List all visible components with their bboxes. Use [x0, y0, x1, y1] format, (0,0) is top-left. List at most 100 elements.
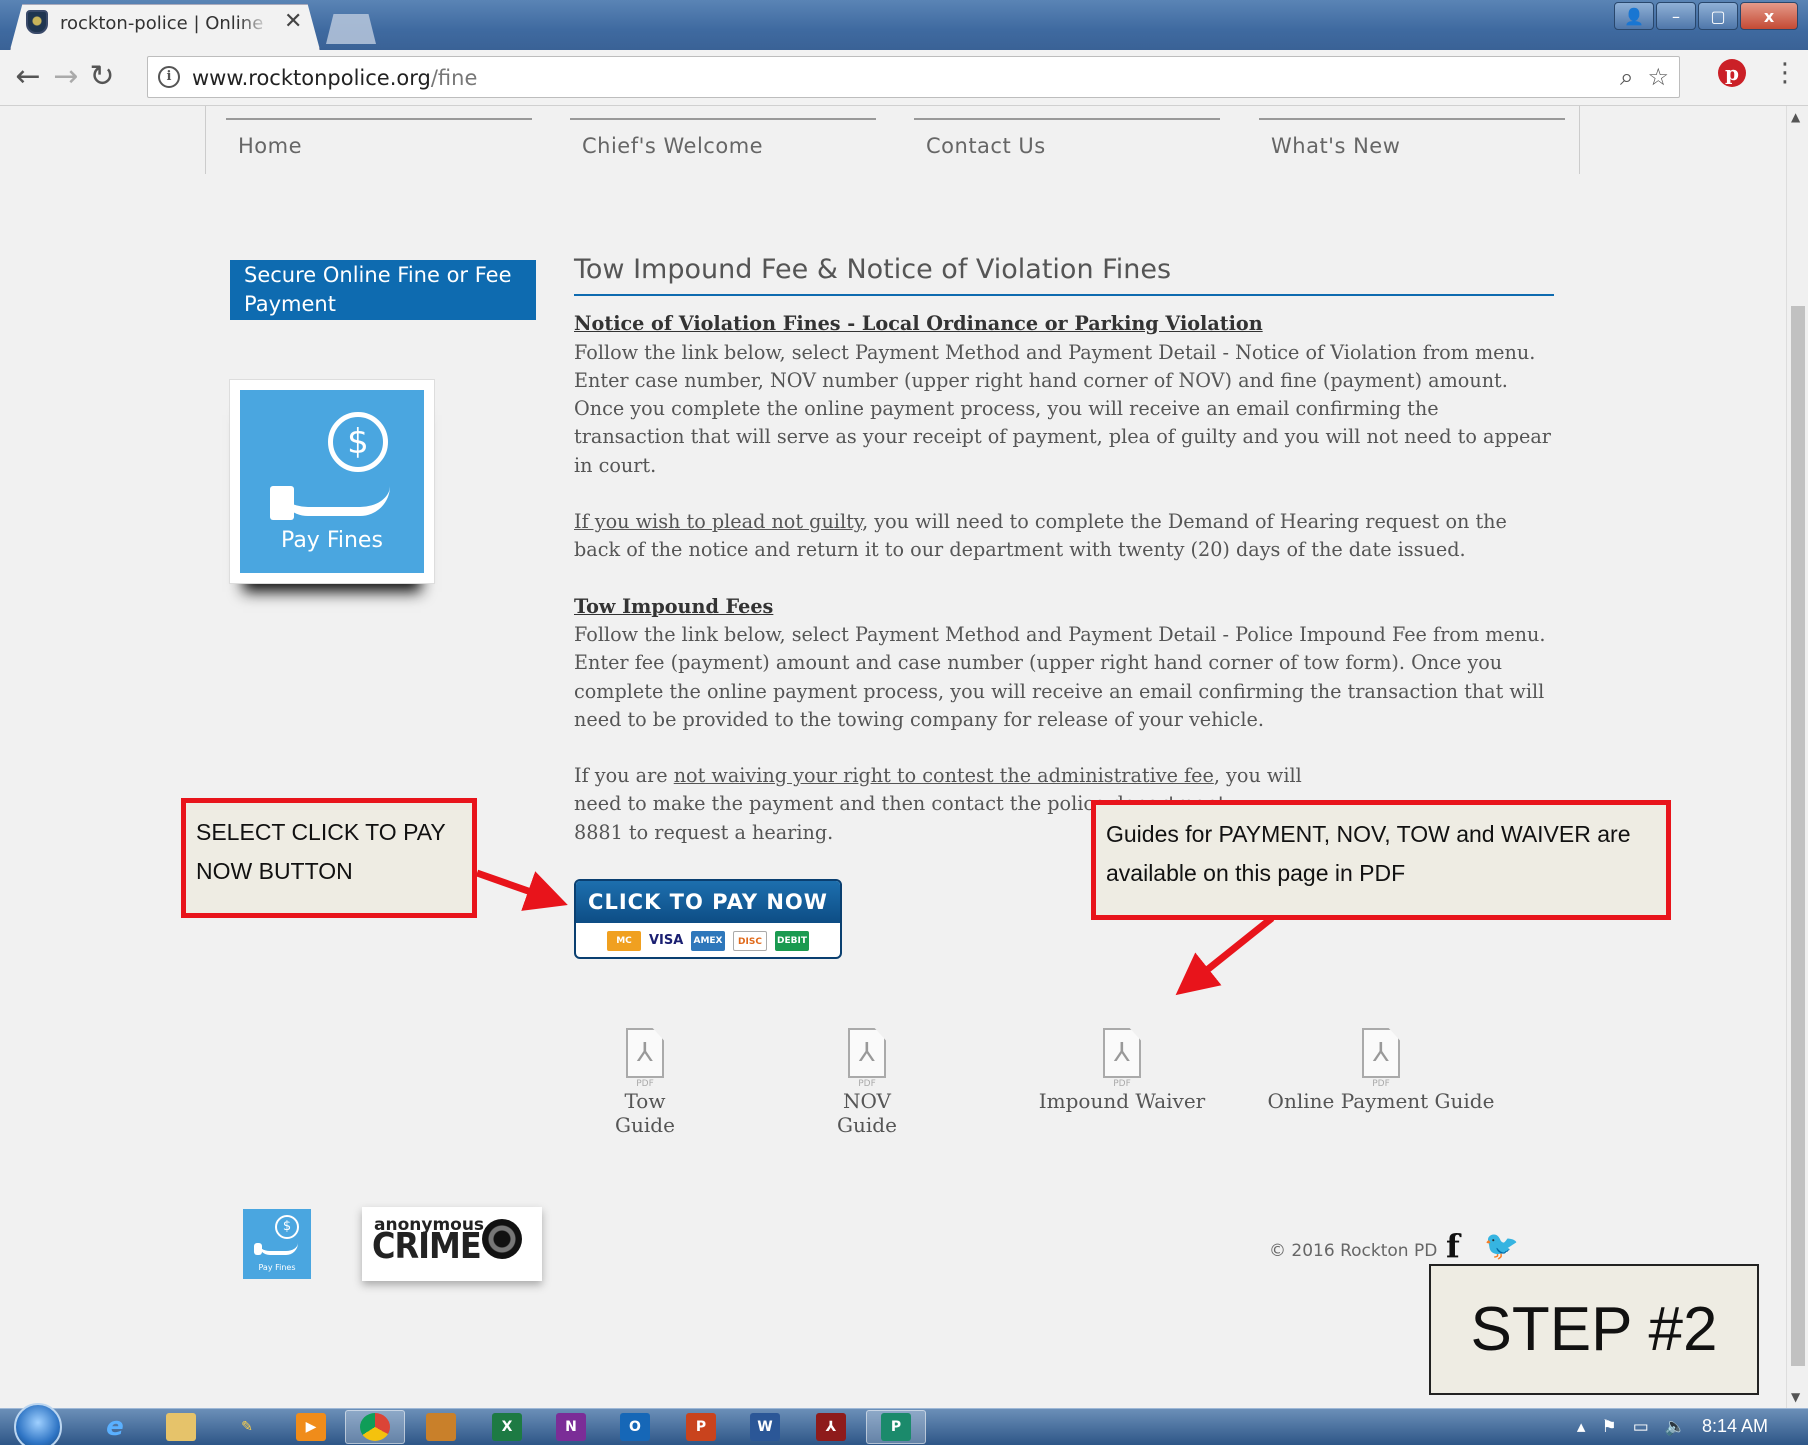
ie-icon[interactable]: e: [100, 1413, 130, 1441]
onenote-icon[interactable]: N: [556, 1413, 586, 1441]
not-guilty-section: If you wish to plead not guilty, you wil…: [574, 508, 1554, 565]
info-icon[interactable]: i: [158, 66, 180, 88]
cuff-icon: [254, 1243, 262, 1255]
system-tray: ▴ ⚑ ▭ 🔈 8:14 AM: [1577, 1416, 1768, 1437]
excel-icon[interactable]: X: [492, 1413, 522, 1441]
browser-titlebar: rockton-police | Online Fine ✕ 👤 – ▢ x: [0, 0, 1808, 50]
pdf-icon: [1362, 1028, 1400, 1078]
powerpoint-icon[interactable]: P: [686, 1413, 716, 1441]
footer-pay-fines-logo[interactable]: $ Pay Fines: [243, 1209, 311, 1279]
tow-guide-label: Tow Guide: [615, 1089, 675, 1137]
impound-waiver-label: Impound Waiver: [1038, 1089, 1206, 1113]
media-player-icon[interactable]: ▶: [296, 1413, 326, 1441]
new-tab-button[interactable]: [326, 14, 376, 44]
zoom-icon[interactable]: ⌕: [1620, 63, 1633, 91]
click-to-pay-now-button[interactable]: CLICK TO PAY NOW MC VISA AMEX DISC DEBIT: [574, 879, 842, 959]
outlook-icon[interactable]: O: [620, 1413, 650, 1441]
nov-text: Follow the link below, select Payment Me…: [574, 340, 1551, 477]
close-window-button[interactable]: x: [1740, 2, 1798, 30]
explorer-icon[interactable]: [166, 1413, 196, 1441]
window-controls: 👤 – ▢ x: [1614, 2, 1798, 30]
clock[interactable]: 8:14 AM: [1702, 1416, 1768, 1437]
pdf-tag: PDF: [858, 1079, 876, 1089]
kebab-menu-icon[interactable]: ⋮: [1772, 58, 1798, 88]
footer-pay-fines-label: Pay Fines: [258, 1263, 296, 1272]
not-guilty-link[interactable]: If you wish to plead not guilty: [574, 510, 862, 533]
twitter-icon[interactable]: 🐦: [1484, 1229, 1519, 1262]
tow-text: Follow the link below, select Payment Me…: [574, 622, 1546, 731]
contest-tail: 8881 to request a hearing.: [574, 820, 834, 844]
network-icon[interactable]: ▭: [1633, 1417, 1649, 1437]
police-badge-icon: [26, 10, 48, 34]
volume-icon[interactable]: 🔈: [1665, 1417, 1686, 1437]
tab-close-icon[interactable]: ✕: [284, 9, 302, 34]
secure-payment-banner[interactable]: Secure Online Fine or Fee Payment: [230, 260, 536, 320]
minimize-button[interactable]: –: [1656, 2, 1696, 30]
arrow-to-guides: [1175, 915, 1275, 996]
paint-icon[interactable]: ✎: [232, 1413, 262, 1441]
address-bar[interactable]: i www.rocktonpolice.org/fine ⌕ ☆: [147, 56, 1680, 98]
dollar-coin-icon: $: [328, 412, 388, 472]
pinterest-icon[interactable]: p: [1718, 59, 1746, 87]
tow-guide-link[interactable]: PDF Tow Guide: [595, 1028, 695, 1137]
bookmark-star-icon[interactable]: ☆: [1647, 63, 1669, 91]
scroll-down-arrow-icon[interactable]: ▼: [1791, 1390, 1800, 1404]
discover-icon: DISC: [733, 931, 767, 951]
pay-now-label: CLICK TO PAY NOW: [576, 881, 840, 923]
callout-guides: Guides for PAYMENT, NOV, TOW and WAIVER …: [1091, 800, 1671, 920]
outlook-calendar-icon[interactable]: [426, 1413, 456, 1441]
scroll-up-arrow-icon[interactable]: ▲: [1791, 110, 1800, 124]
online-payment-guide-label: Online Payment Guide: [1267, 1089, 1495, 1113]
nav-chiefs-welcome[interactable]: Chief's Welcome: [570, 118, 876, 158]
url-text[interactable]: www.rocktonpolice.org/fine: [192, 66, 477, 90]
scrollbar-thumb[interactable]: [1791, 306, 1805, 1366]
cuff-icon: [270, 486, 294, 520]
dollar-coin-icon: $: [275, 1215, 299, 1239]
tray-expand-icon[interactable]: ▴: [1577, 1417, 1586, 1437]
pdf-icon: [848, 1028, 886, 1078]
pdf-icon: [626, 1028, 664, 1078]
impound-waiver-link[interactable]: PDF Impound Waiver: [1034, 1028, 1210, 1113]
page-title: Tow Impound Fee & Notice of Violation Fi…: [574, 255, 1554, 297]
maximize-button[interactable]: ▢: [1698, 2, 1738, 30]
open-hand-icon: [278, 486, 390, 516]
contest-link[interactable]: not waiving your right to contest the ad…: [674, 764, 1214, 787]
publisher-icon[interactable]: P: [881, 1413, 911, 1441]
windows-taskbar: e ✎ ▶ X N O P W ⅄ P ▴ ⚑ ▭ 🔈 8:14 AM: [0, 1403, 1808, 1445]
crime-logo-big-text: CRIME: [372, 1225, 482, 1267]
nov-guide-link[interactable]: PDF NOV Guide: [812, 1028, 922, 1137]
forward-arrow-icon[interactable]: →: [48, 60, 84, 96]
amex-icon: AMEX: [691, 931, 725, 951]
visa-icon: VISA: [649, 931, 683, 951]
site-navigation: Home Chief's Welcome Contact Us What's N…: [205, 106, 1580, 174]
online-payment-guide-link[interactable]: PDF Online Payment Guide: [1264, 1028, 1498, 1113]
copyright-text: © 2016 Rockton PD: [1269, 1241, 1438, 1261]
step-label: STEP #2: [1429, 1264, 1759, 1395]
callout-pay-now: SELECT CLICK TO PAY NOW BUTTON: [181, 798, 477, 918]
web-page: Home Chief's Welcome Contact Us What's N…: [0, 106, 1786, 1408]
tab-title: rockton-police | Online Fine: [60, 13, 270, 34]
arrow-to-pay-button: [475, 869, 568, 911]
anonymous-crime-logo[interactable]: anonymous CRIME: [362, 1207, 542, 1281]
pay-fines-tile[interactable]: $ Pay Fines: [229, 379, 435, 584]
open-hand-icon: [258, 1243, 298, 1255]
pdf-tag: PDF: [1372, 1079, 1390, 1089]
contest-prefix: If you are: [574, 764, 674, 788]
flag-icon[interactable]: ⚑: [1601, 1417, 1616, 1437]
reload-icon[interactable]: ↻: [84, 60, 120, 96]
chrome-icon[interactable]: [360, 1413, 390, 1441]
main-content: Tow Impound Fee & Notice of Violation Fi…: [574, 255, 1554, 875]
acrobat-icon[interactable]: ⅄: [816, 1413, 846, 1441]
nav-whats-new[interactable]: What's New: [1259, 118, 1565, 158]
eye-icon: [482, 1219, 522, 1259]
user-profile-button[interactable]: 👤: [1614, 2, 1654, 30]
facebook-icon[interactable]: f: [1446, 1227, 1460, 1265]
nav-contact-us[interactable]: Contact Us: [914, 118, 1220, 158]
back-arrow-icon[interactable]: ←: [10, 60, 46, 96]
nav-home[interactable]: Home: [226, 118, 532, 158]
pay-fines-label: Pay Fines: [281, 528, 383, 553]
start-button[interactable]: [14, 1403, 62, 1445]
vertical-scrollbar[interactable]: ▲ ▼: [1786, 106, 1808, 1408]
word-icon[interactable]: W: [750, 1413, 780, 1441]
pdf-tag: PDF: [1113, 1079, 1131, 1089]
